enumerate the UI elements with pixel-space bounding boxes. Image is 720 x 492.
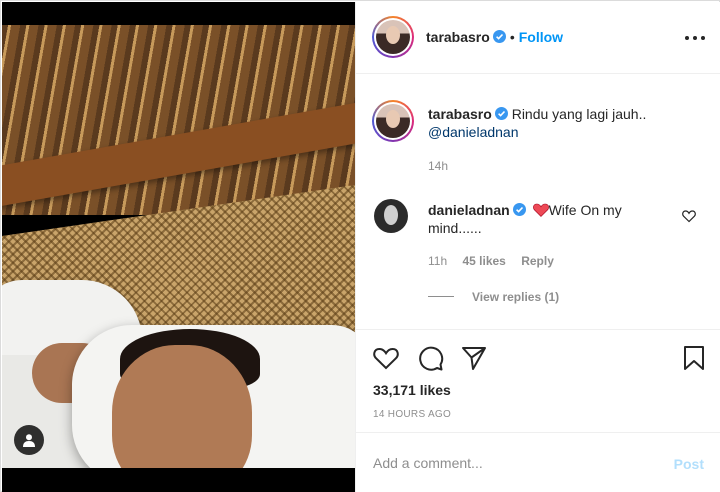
author-username[interactable]: tarabasro (426, 29, 490, 45)
verified-badge-icon (492, 30, 506, 43)
verified-badge-icon (494, 107, 508, 120)
comments-list: tarabasro Rindu yang lagi jauh.. @daniel… (356, 75, 720, 329)
post-time[interactable]: 14 HOURS AGO (373, 409, 451, 420)
sleeping-face (112, 345, 252, 468)
caption: tarabasro Rindu yang lagi jauh.. @daniel… (428, 105, 698, 141)
caption-mention[interactable]: @danieladnan (428, 124, 519, 140)
user-tag-icon[interactable] (14, 425, 44, 455)
post-photo[interactable] (2, 25, 355, 468)
comment: danieladnan Wife On my mind...... (428, 201, 678, 237)
heart-emoji-icon (532, 203, 549, 217)
comment-like-icon[interactable] (682, 209, 696, 223)
reply-button[interactable]: Reply (521, 254, 554, 268)
author-avatar[interactable] (372, 16, 414, 58)
caption-author[interactable]: tarabasro (428, 106, 492, 122)
likes-count[interactable]: 33,171 likes (373, 382, 451, 398)
comment-meta: 11h 45 likes Reply (428, 254, 554, 268)
more-options-icon[interactable] (685, 29, 705, 47)
post-photo-area (2, 2, 355, 492)
replies-divider (428, 296, 454, 297)
post-button[interactable]: Post (674, 456, 704, 472)
comment-input[interactable] (373, 453, 653, 473)
comment-composer: Post (356, 434, 720, 492)
comment-icon[interactable] (416, 344, 444, 372)
share-icon[interactable] (460, 344, 488, 372)
verified-badge-icon (512, 203, 526, 216)
post-actions: 33,171 likes 14 HOURS AGO (356, 329, 720, 433)
post-modal: tarabasro • Follow tarabasro Rindu yang la… (0, 0, 720, 492)
like-icon[interactable] (372, 344, 400, 372)
comment-time[interactable]: 11h (428, 254, 447, 268)
post-details-panel: tarabasro • Follow tarabasro Rindu yang la… (355, 2, 720, 492)
comment-likes[interactable]: 45 likes (462, 254, 505, 268)
caption-avatar[interactable] (372, 100, 414, 142)
header-author-line: tarabasro • Follow (426, 29, 563, 45)
view-replies-button[interactable]: View replies (1) (472, 290, 559, 304)
caption-time[interactable]: 14h (428, 159, 448, 173)
save-icon[interactable] (680, 344, 708, 372)
post-header: tarabasro • Follow (356, 2, 720, 74)
comment-author[interactable]: danieladnan (428, 202, 510, 218)
caption-text: Rindu yang lagi jauh.. (511, 106, 647, 122)
commenter-avatar[interactable] (374, 199, 408, 233)
separator-dot: • (509, 29, 515, 45)
follow-button[interactable]: Follow (519, 29, 563, 45)
